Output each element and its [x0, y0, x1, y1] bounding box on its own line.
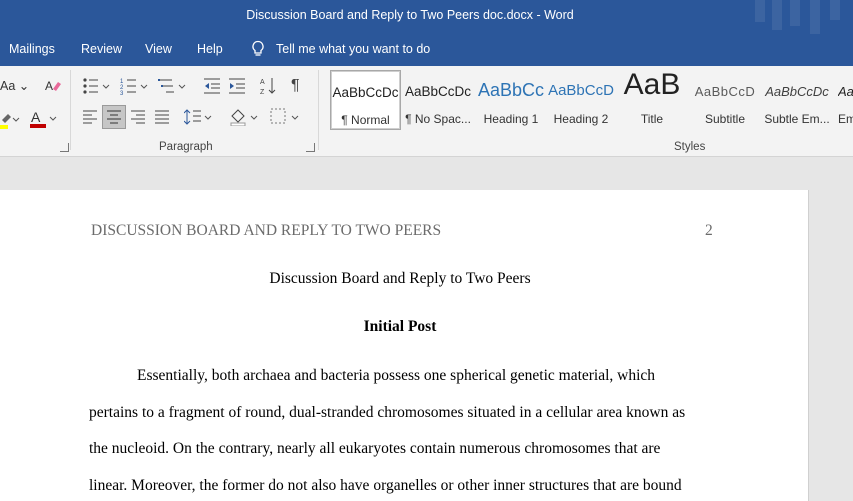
- tab-review[interactable]: Review: [81, 42, 122, 56]
- lightbulb-icon: [252, 40, 264, 56]
- shading-icon[interactable]: [229, 108, 261, 126]
- document-title[interactable]: Discussion Board and Reply to Two Peers: [0, 270, 800, 288]
- style-sample: AaB: [623, 68, 681, 101]
- section-heading[interactable]: Initial Post: [0, 318, 800, 336]
- group-separator: [318, 70, 319, 150]
- tab-mailings[interactable]: Mailings: [9, 42, 55, 56]
- page-number[interactable]: 2: [705, 222, 713, 240]
- sort-icon[interactable]: AZ: [260, 76, 278, 96]
- window-title: Discussion Board and Reply to Two Peers …: [246, 8, 574, 22]
- ribbon-tabs: Mailings Review View Help Tell me what y…: [0, 34, 853, 66]
- style-sample: AaBbCcDc: [332, 85, 399, 100]
- style-name: Em: [838, 112, 853, 126]
- style-heading-1[interactable]: AaBbCc Heading 1: [476, 70, 546, 130]
- group-separator: [70, 70, 71, 150]
- svg-text:A: A: [31, 109, 41, 125]
- highlight-color-icon[interactable]: [0, 110, 22, 130]
- style-name: Subtle Em...: [764, 112, 830, 126]
- show-formatting-marks-icon[interactable]: ¶: [291, 77, 300, 95]
- body-line[interactable]: linear. Moreover, the former do not also…: [89, 477, 682, 495]
- style-no-spacing[interactable]: AaBbCcDc ¶ No Spac...: [403, 70, 473, 130]
- increase-indent-icon[interactable]: [228, 77, 246, 95]
- style-heading-2[interactable]: AaBbCcD Heading 2: [548, 70, 614, 130]
- style-name: ¶ Normal: [341, 113, 390, 127]
- style-name: Heading 2: [553, 112, 609, 126]
- style-title[interactable]: AaB Title: [618, 68, 686, 130]
- tab-view[interactable]: View: [145, 42, 172, 56]
- style-sample: AaBbCcDc: [765, 84, 829, 99]
- title-bar: Discussion Board and Reply to Two Peers …: [0, 0, 853, 34]
- running-head[interactable]: DISCUSSION BOARD AND REPLY TO TWO PEERS: [91, 222, 441, 240]
- style-normal[interactable]: AaBbCcDc ¶ Normal: [330, 70, 401, 130]
- body-line[interactable]: the nucleoid. On the contrary, nearly al…: [89, 440, 660, 458]
- numbering-icon[interactable]: 123: [120, 77, 150, 95]
- bullets-icon[interactable]: [82, 77, 112, 95]
- tell-me-label: Tell me what you want to do: [276, 42, 431, 56]
- style-name: Title: [640, 112, 664, 126]
- svg-text:Z: Z: [260, 89, 265, 96]
- tell-me-box[interactable]: Tell me what you want to do: [250, 40, 430, 58]
- body-line[interactable]: pertains to a fragment of round, dual-st…: [89, 404, 685, 422]
- line-spacing-icon[interactable]: [184, 108, 214, 126]
- titlebar-decoration: [830, 0, 840, 20]
- font-dialog-launcher[interactable]: [60, 143, 69, 152]
- change-case-button[interactable]: Aa ⌄: [0, 78, 29, 93]
- tab-help[interactable]: Help: [197, 42, 223, 56]
- clear-formatting-icon[interactable]: A: [44, 77, 62, 95]
- style-sample: AaBbCcDc: [404, 84, 472, 99]
- body-line[interactable]: Essentially, both archaea and bacteria p…: [137, 367, 655, 385]
- align-right-icon[interactable]: [130, 109, 146, 125]
- align-left-icon[interactable]: [82, 109, 98, 125]
- style-subtle-emphasis[interactable]: AaBbCcDc Subtle Em...: [763, 70, 831, 130]
- svg-text:A: A: [45, 79, 53, 93]
- style-emphasis[interactable]: Aa Em: [838, 70, 853, 130]
- page-edge-strip: [808, 190, 853, 501]
- style-sample: AaBbCcD: [548, 82, 614, 99]
- paragraph-group-label: Paragraph: [159, 141, 213, 153]
- style-subtitle[interactable]: AaBbCcD Subtitle: [692, 70, 758, 130]
- font-color-icon[interactable]: A: [28, 108, 62, 130]
- style-name: Heading 1: [483, 112, 539, 126]
- multilevel-list-icon[interactable]: [158, 77, 188, 95]
- paragraph-dialog-launcher[interactable]: [306, 143, 315, 152]
- change-case-label: Aa: [0, 79, 16, 93]
- decrease-indent-icon[interactable]: [203, 77, 221, 95]
- style-sample: AaBbCcD: [694, 84, 756, 99]
- svg-text:3: 3: [120, 91, 124, 95]
- style-name: ¶ No Spac...: [405, 112, 471, 126]
- style-name: Subtitle: [704, 112, 746, 126]
- styles-group-label: Styles: [674, 141, 706, 153]
- borders-icon[interactable]: [270, 108, 302, 126]
- align-center-button[interactable]: [102, 105, 126, 129]
- svg-text:A: A: [260, 79, 265, 86]
- style-sample: AaBbCc: [477, 80, 545, 100]
- justify-icon[interactable]: [154, 109, 170, 125]
- ribbon: Aa ⌄ A A 123 AZ ¶ Paragraph AaBbCcDc ¶ N…: [0, 66, 853, 157]
- style-sample: Aa: [838, 84, 853, 99]
